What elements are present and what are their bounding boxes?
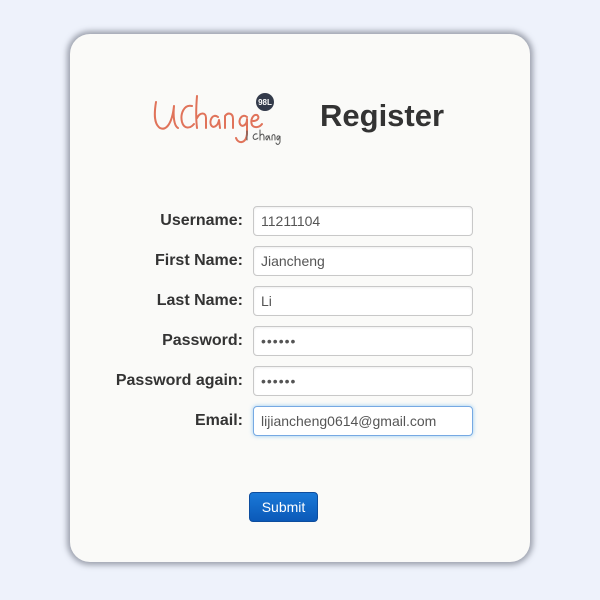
password-again-row: Password again: <box>70 366 530 396</box>
uchange-logo: 98L <box>153 93 281 145</box>
username-field[interactable] <box>253 206 473 236</box>
password-field[interactable] <box>253 326 473 356</box>
email-field[interactable] <box>253 406 473 436</box>
first-name-field[interactable] <box>253 246 473 276</box>
submit-button[interactable]: Submit <box>249 492 318 522</box>
password-row: Password: <box>70 326 530 356</box>
last-name-row: Last Name: <box>70 286 530 316</box>
last-name-field[interactable] <box>253 286 473 316</box>
password-label: Password: <box>162 332 243 349</box>
svg-text:98L: 98L <box>258 98 272 107</box>
first-name-row: First Name: <box>70 246 530 276</box>
register-card: 98L Register Username: First Name: Last … <box>70 34 530 562</box>
email-row: Email: <box>70 406 530 436</box>
username-label: Username: <box>160 212 243 229</box>
password-again-field[interactable] <box>253 366 473 396</box>
username-row: Username: <box>70 206 530 236</box>
page-title: Register <box>320 98 445 133</box>
last-name-label: Last Name: <box>156 292 243 309</box>
email-label: Email: <box>194 412 243 429</box>
password-again-label: Password again: <box>115 372 243 389</box>
first-name-label: First Name: <box>154 252 243 269</box>
